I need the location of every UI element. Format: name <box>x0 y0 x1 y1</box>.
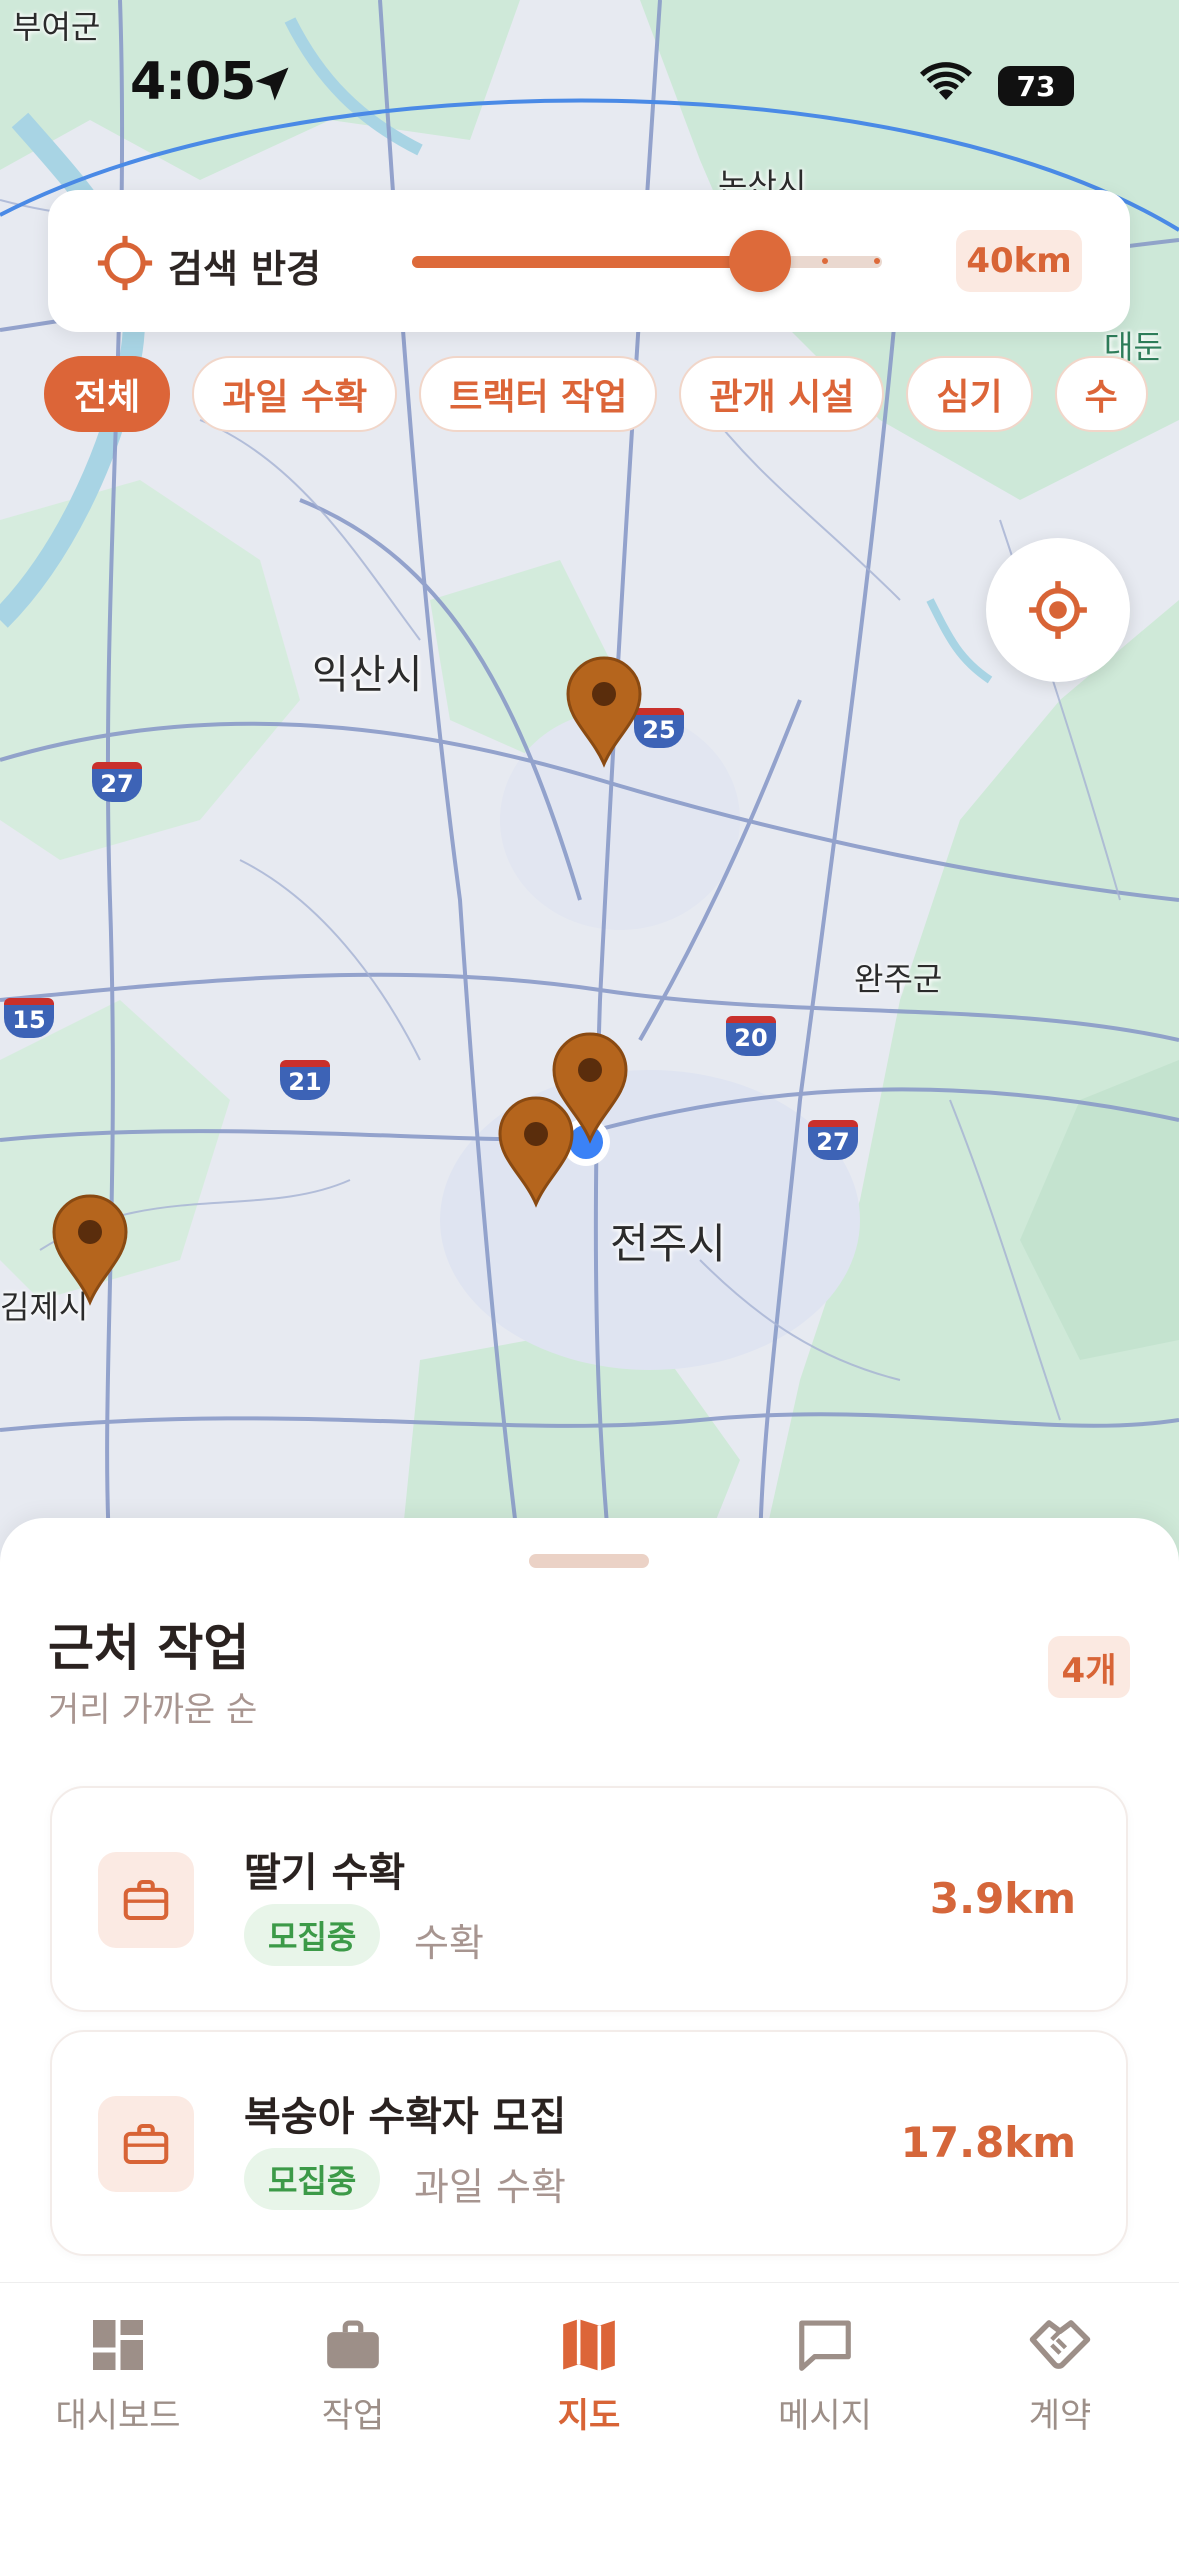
tab-contracts[interactable]: 계약 <box>960 2310 1160 2437</box>
category-filter-bar: 전체 과일 수확 트랙터 작업 관개 시설 심기 수 <box>44 356 1179 436</box>
briefcase-icon <box>123 1879 169 1921</box>
job-status-badge: 모집중 <box>244 1904 381 1966</box>
road-shield: 21 <box>280 1060 330 1100</box>
job-title: 복숭아 수확자 모집 <box>244 2094 567 2140</box>
tab-jobs[interactable]: 작업 <box>253 2310 453 2437</box>
filter-chip-irrigation[interactable]: 관개 시설 <box>679 356 885 432</box>
sheet-subtitle: 거리 가까운 순 <box>48 1690 258 1730</box>
radius-value-badge: 40km <box>956 230 1082 292</box>
location-arrow-icon <box>255 67 289 101</box>
tab-label: 지도 <box>557 2396 621 2436</box>
briefcase-icon <box>123 2123 169 2165</box>
road-shield: 27 <box>92 762 142 802</box>
job-pin[interactable] <box>496 1096 576 1208</box>
my-location-button[interactable] <box>986 538 1130 682</box>
road-shield: 20 <box>726 1016 776 1056</box>
slider-tick <box>822 258 828 264</box>
radius-slider-fill <box>412 256 760 268</box>
wifi-icon <box>920 62 972 100</box>
place-label-jeonju: 전주시 <box>610 1219 726 1268</box>
briefcase-icon <box>327 2320 379 2369</box>
tab-dashboard[interactable]: 대시보드 <box>18 2310 218 2437</box>
message-icon <box>799 2320 851 2371</box>
job-pin[interactable] <box>50 1194 130 1306</box>
target-icon <box>1029 581 1087 639</box>
slider-tick <box>874 258 880 264</box>
tab-map[interactable]: 지도 <box>489 2310 689 2437</box>
job-category: 수확 <box>414 1921 484 1965</box>
handshake-icon <box>1029 2320 1091 2369</box>
crosshair-icon <box>97 235 153 291</box>
place-label-wanju: 완주군 <box>854 960 943 998</box>
map-icon <box>563 2319 615 2371</box>
job-card[interactable]: 딸기 수확 모집중 수확 3.9km <box>50 1786 1128 2012</box>
job-distance: 3.9km <box>929 1874 1076 1923</box>
tab-label: 작업 <box>321 2396 385 2436</box>
status-time: 4:05 <box>130 52 256 112</box>
road-shield: 15 <box>4 998 54 1038</box>
tab-messages[interactable]: 메시지 <box>725 2310 925 2437</box>
job-category: 과일 수확 <box>414 2165 566 2209</box>
job-title: 딸기 수확 <box>244 1850 406 1896</box>
sheet-title: 근처 작업 <box>48 1619 250 1677</box>
filter-chip-all[interactable]: 전체 <box>44 356 171 432</box>
tab-label: 메시지 <box>778 2396 872 2436</box>
job-icon-box <box>98 2096 194 2192</box>
search-radius-label: 검색 반경 <box>168 247 322 291</box>
job-status-badge: 모집중 <box>244 2148 381 2210</box>
tab-label: 계약 <box>1028 2396 1092 2436</box>
dashboard-icon <box>93 2320 143 2370</box>
place-label-iksan: 익산시 <box>312 652 423 698</box>
filter-chip-planting[interactable]: 심기 <box>906 356 1033 432</box>
tab-label: 대시보드 <box>55 2396 181 2436</box>
filter-chip-harvest[interactable]: 수 <box>1054 356 1148 432</box>
filter-chip-tractor[interactable]: 트랙터 작업 <box>419 356 658 432</box>
job-count-badge: 4개 <box>1048 1636 1130 1698</box>
sheet-drag-handle[interactable] <box>529 1554 649 1568</box>
road-shield: 27 <box>808 1120 858 1160</box>
place-label-buyeo: 부여군 <box>12 8 101 46</box>
radius-slider-thumb[interactable] <box>728 230 791 292</box>
filter-chip-fruit-harvest[interactable]: 과일 수확 <box>192 356 398 432</box>
job-card[interactable]: 복숭아 수확자 모집 모집중 과일 수확 17.8km <box>50 2030 1128 2256</box>
job-distance: 17.8km <box>900 2118 1076 2167</box>
job-icon-box <box>98 1852 194 1948</box>
job-pin[interactable] <box>564 656 644 768</box>
battery-indicator: 73 <box>998 66 1074 106</box>
